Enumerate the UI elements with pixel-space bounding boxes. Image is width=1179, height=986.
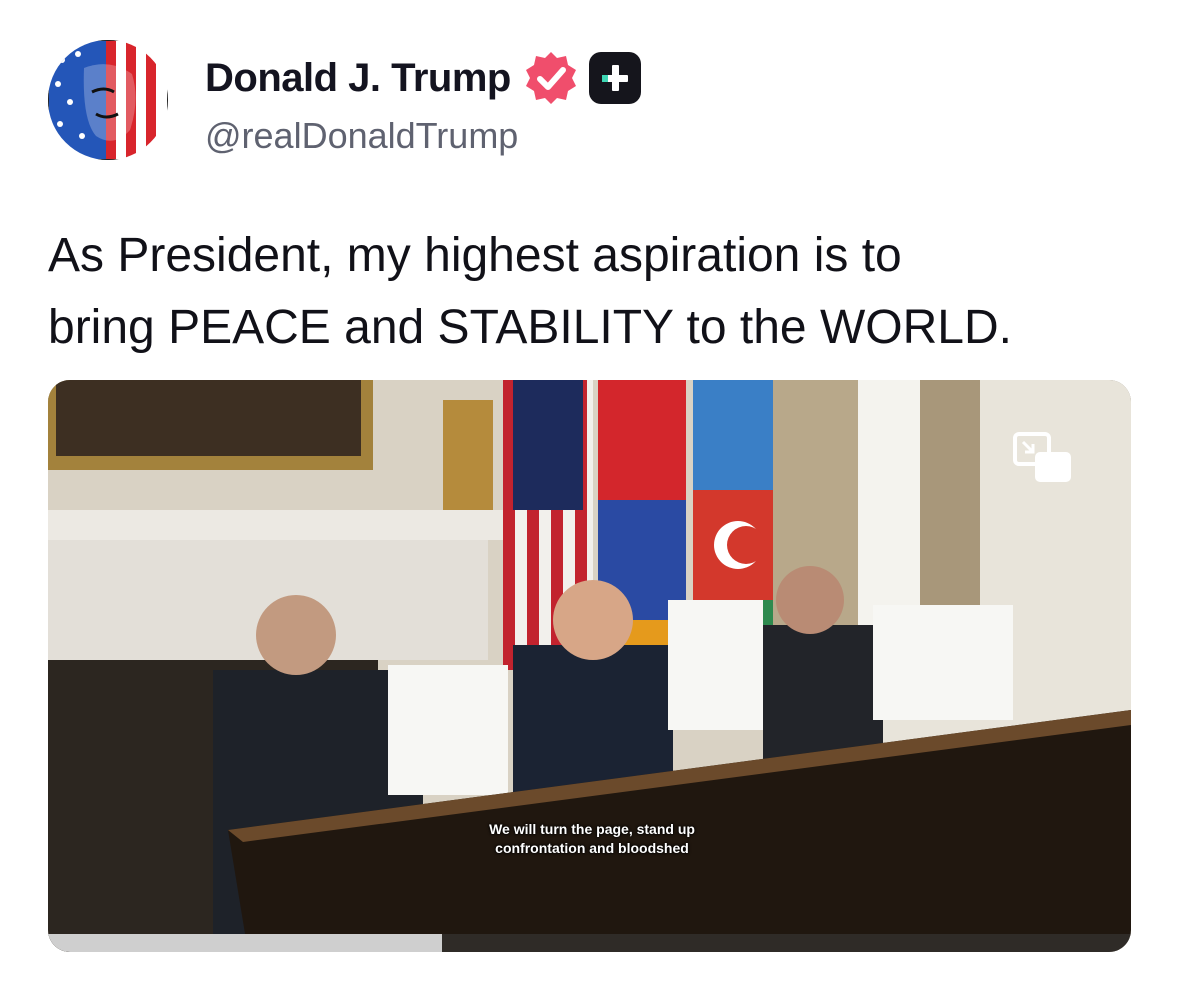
flag-face-avatar-icon	[48, 40, 168, 160]
caption-line: We will turn the page, stand up	[489, 821, 695, 837]
post-text-line: As President, my highest aspiration is t…	[48, 229, 902, 282]
plus-badge-icon	[588, 52, 641, 104]
video-progress-bar[interactable]	[48, 934, 1131, 952]
caption-line: confrontation and bloodshed	[495, 840, 689, 856]
video-frame-image	[48, 380, 1131, 952]
video-caption: We will turn the page, stand up confront…	[472, 820, 712, 858]
video-player[interactable]: We will turn the page, stand up confront…	[48, 380, 1131, 952]
post-text: As President, my highest aspiration is t…	[48, 220, 1148, 364]
avatar[interactable]	[48, 40, 168, 160]
verified-badge-icon	[525, 52, 576, 104]
picture-in-picture-icon[interactable]	[1013, 432, 1073, 484]
author-handle[interactable]: @realDonaldTrump	[205, 115, 518, 157]
author-name-row: Donald J. Trump	[205, 50, 641, 106]
post-text-line: bring PEACE and STABILITY to the WORLD.	[48, 301, 1012, 354]
author-display-name[interactable]: Donald J. Trump	[205, 56, 511, 101]
video-progress-fill	[48, 934, 443, 952]
